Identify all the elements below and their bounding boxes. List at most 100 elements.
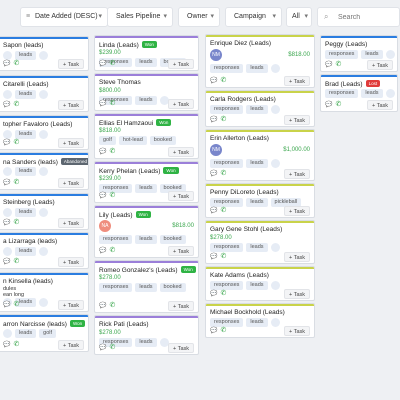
add-task-button[interactable]: + Task — [284, 206, 310, 216]
lead-card[interactable]: Sapon (leads) leads 💬 ✆ + Task — [0, 36, 89, 71]
tag[interactable]: booked — [159, 283, 186, 292]
phone-icon[interactable]: ✆ — [335, 101, 341, 108]
chat-icon[interactable]: 💬 — [99, 248, 106, 254]
tag[interactable] — [39, 208, 49, 217]
add-task-button[interactable]: + Task — [284, 169, 310, 179]
tag[interactable]: leads — [15, 247, 37, 256]
tag[interactable] — [270, 281, 280, 290]
chat-icon[interactable]: 💬 — [3, 140, 10, 146]
tag[interactable]: golf — [39, 329, 57, 338]
tag[interactable] — [39, 247, 49, 256]
lead-name[interactable]: Citarelli (Leads) — [3, 81, 49, 88]
lead-card[interactable]: na Sanders (leads) Abandoned leads 💬 ✆ + Task — [0, 152, 89, 190]
tag[interactable]: responses — [325, 50, 359, 59]
chat-icon[interactable]: 💬 — [210, 117, 217, 123]
tag[interactable]: leads — [15, 51, 37, 60]
tag[interactable]: leads — [15, 167, 37, 176]
tag[interactable]: leads — [246, 281, 268, 290]
phone-icon[interactable]: ✆ — [220, 77, 226, 84]
tag[interactable]: booked — [159, 235, 186, 244]
tag[interactable]: leads — [361, 50, 383, 59]
add-task-button[interactable]: + Task — [168, 301, 194, 311]
chat-icon[interactable]: 💬 — [210, 291, 217, 297]
tag[interactable]: leads — [246, 198, 268, 207]
tag[interactable]: leads — [246, 105, 268, 114]
tag[interactable]: responses — [210, 318, 244, 327]
lead-card[interactable]: Carla Rodgers (Leads) responses leads 💬 ✆ + T… — [205, 90, 315, 127]
add-task-button[interactable]: + Task — [168, 191, 194, 201]
lead-name[interactable]: Lily (Leads) Won — [99, 211, 151, 219]
lead-name[interactable]: Gary Gene Stohl (Leads) — [210, 226, 282, 233]
lead-card[interactable]: Brad (Leads) Lost responses leads 💬 ✆ + Task — [320, 74, 398, 112]
tag[interactable]: leads — [135, 338, 157, 347]
phone-icon[interactable]: ✆ — [13, 179, 19, 186]
phone-icon[interactable]: ✆ — [109, 100, 115, 107]
phone-icon[interactable]: ✆ — [109, 60, 115, 67]
add-task-button[interactable]: + Task — [58, 59, 84, 69]
phone-icon[interactable]: ✆ — [220, 253, 226, 260]
add-task-button[interactable]: + Task — [284, 326, 310, 336]
chat-icon[interactable]: 💬 — [3, 61, 10, 67]
lead-name[interactable]: Kate Adams (Leads) — [210, 272, 269, 279]
chat-icon[interactable]: 💬 — [210, 254, 217, 260]
add-task-button[interactable]: + Task — [168, 147, 194, 157]
lead-card[interactable]: Steve Thomas $800.00 responses leads 💬 ✆ + Tas… — [94, 73, 199, 111]
lead-name[interactable]: Brad (Leads) Lost — [325, 80, 381, 88]
add-task-button[interactable]: + Task — [284, 252, 310, 262]
chat-icon[interactable]: 💬 — [3, 102, 10, 108]
lead-name[interactable]: Erin Allerton (Leads) — [210, 135, 269, 142]
phone-icon[interactable]: ✆ — [220, 290, 226, 297]
lead-name[interactable]: Steinberg (Leads) — [3, 199, 55, 206]
lead-name[interactable]: Ellias El Hamzaoui Won — [99, 119, 172, 127]
tag[interactable]: responses — [99, 235, 133, 244]
add-task-button[interactable]: + Task — [284, 115, 310, 125]
tag[interactable] — [39, 298, 49, 307]
tag[interactable] — [270, 64, 280, 73]
tag[interactable]: leads — [15, 208, 37, 217]
lead-name[interactable]: topher Favaloro (Leads) — [3, 121, 72, 128]
tag[interactable] — [3, 130, 12, 139]
chat-icon[interactable]: 💬 — [3, 180, 10, 186]
tag[interactable]: booked — [149, 136, 176, 145]
phone-icon[interactable]: ✆ — [13, 60, 19, 67]
tag[interactable] — [270, 243, 280, 252]
tag[interactable]: leads — [135, 58, 157, 67]
sort-dropdown[interactable]: ≡ Date Added (DESC) ▾ — [20, 7, 108, 27]
tag[interactable]: golf — [99, 136, 116, 145]
lead-card[interactable]: arron Narcisse (leads) Won leads golf 💬 ✆ + Ta… — [0, 314, 89, 352]
add-task-button[interactable]: + Task — [58, 178, 84, 188]
phone-icon[interactable]: ✆ — [13, 101, 19, 108]
lead-name[interactable]: Kerry Phelan (Leads) Won — [99, 167, 179, 175]
chat-icon[interactable]: 💬 — [3, 259, 10, 265]
phone-icon[interactable]: ✆ — [109, 344, 115, 351]
add-task-button[interactable]: + Task — [58, 138, 84, 148]
add-task-button[interactable]: + Task — [284, 76, 310, 86]
chat-icon[interactable]: 💬 — [3, 302, 10, 308]
chat-icon[interactable]: 💬 — [210, 171, 217, 177]
lead-name[interactable]: Rick Pati (Leads) — [99, 321, 149, 328]
add-task-button[interactable]: + Task — [168, 99, 194, 109]
tag[interactable]: leads — [15, 90, 37, 99]
add-task-button[interactable]: + Task — [58, 218, 84, 228]
chat-icon[interactable]: 💬 — [99, 303, 106, 309]
lead-name[interactable]: Carla Rodgers (Leads) — [210, 96, 276, 103]
tag[interactable] — [39, 90, 49, 99]
lead-card[interactable]: Romeo Gonzalez's (Leads) Won $278.00 respon… — [94, 260, 199, 313]
lead-card[interactable]: Enrique Diez (Leads) NM $818.00 responses le… — [205, 34, 315, 88]
chat-icon[interactable]: 💬 — [325, 102, 332, 108]
chat-icon[interactable]: 💬 — [3, 220, 10, 226]
tag[interactable] — [3, 329, 12, 338]
phone-icon[interactable]: ✆ — [335, 61, 341, 68]
tag[interactable] — [385, 50, 395, 59]
lead-card[interactable]: Lily (Leads) Won NA $818.00 responses leads bo… — [94, 205, 199, 258]
add-task-button[interactable]: + Task — [367, 60, 393, 70]
tag[interactable]: leads — [246, 318, 268, 327]
add-task-button[interactable]: + Task — [58, 100, 84, 110]
tag[interactable]: leads — [135, 184, 157, 193]
add-task-button[interactable]: + Task — [58, 257, 84, 267]
lead-name[interactable]: na Sanders (leads) Abandoned — [3, 158, 88, 166]
tag[interactable]: leads — [15, 130, 37, 139]
chat-icon[interactable]: 💬 — [210, 208, 217, 214]
lead-name[interactable]: a Lizarraga (leads) — [3, 238, 57, 245]
tag[interactable] — [270, 159, 280, 168]
